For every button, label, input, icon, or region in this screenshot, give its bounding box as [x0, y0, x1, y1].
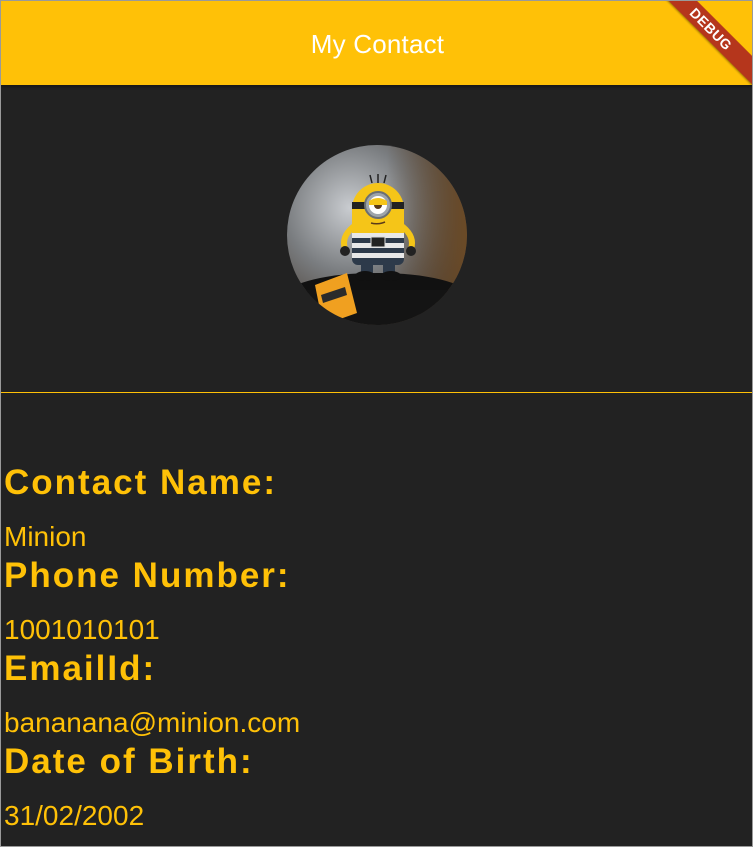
minion-photo-icon [287, 145, 467, 325]
email-value: bananana@minion.com [4, 707, 301, 738]
email-label: EmailId: [4, 649, 157, 688]
section-divider [1, 392, 752, 393]
contact-name-value: Minion [4, 521, 87, 552]
date-of-birth-value: 31/02/2002 [4, 800, 145, 831]
app-bar-title: My Contact [310, 28, 445, 59]
app-bar: My Contact DEBUG [1, 1, 752, 90]
contact-avatar [287, 145, 467, 325]
contact-name-label: Contact Name: [4, 463, 277, 502]
app-window: My Contact DEBUG Contact Name: Minion Ph… [0, 0, 753, 847]
phone-number-value: 1001010101 [4, 614, 160, 645]
phone-number-label: Phone Number: [4, 556, 291, 595]
date-of-birth-label: Date of Birth: [4, 742, 254, 781]
debug-banner: DEBUG [650, 1, 752, 90]
